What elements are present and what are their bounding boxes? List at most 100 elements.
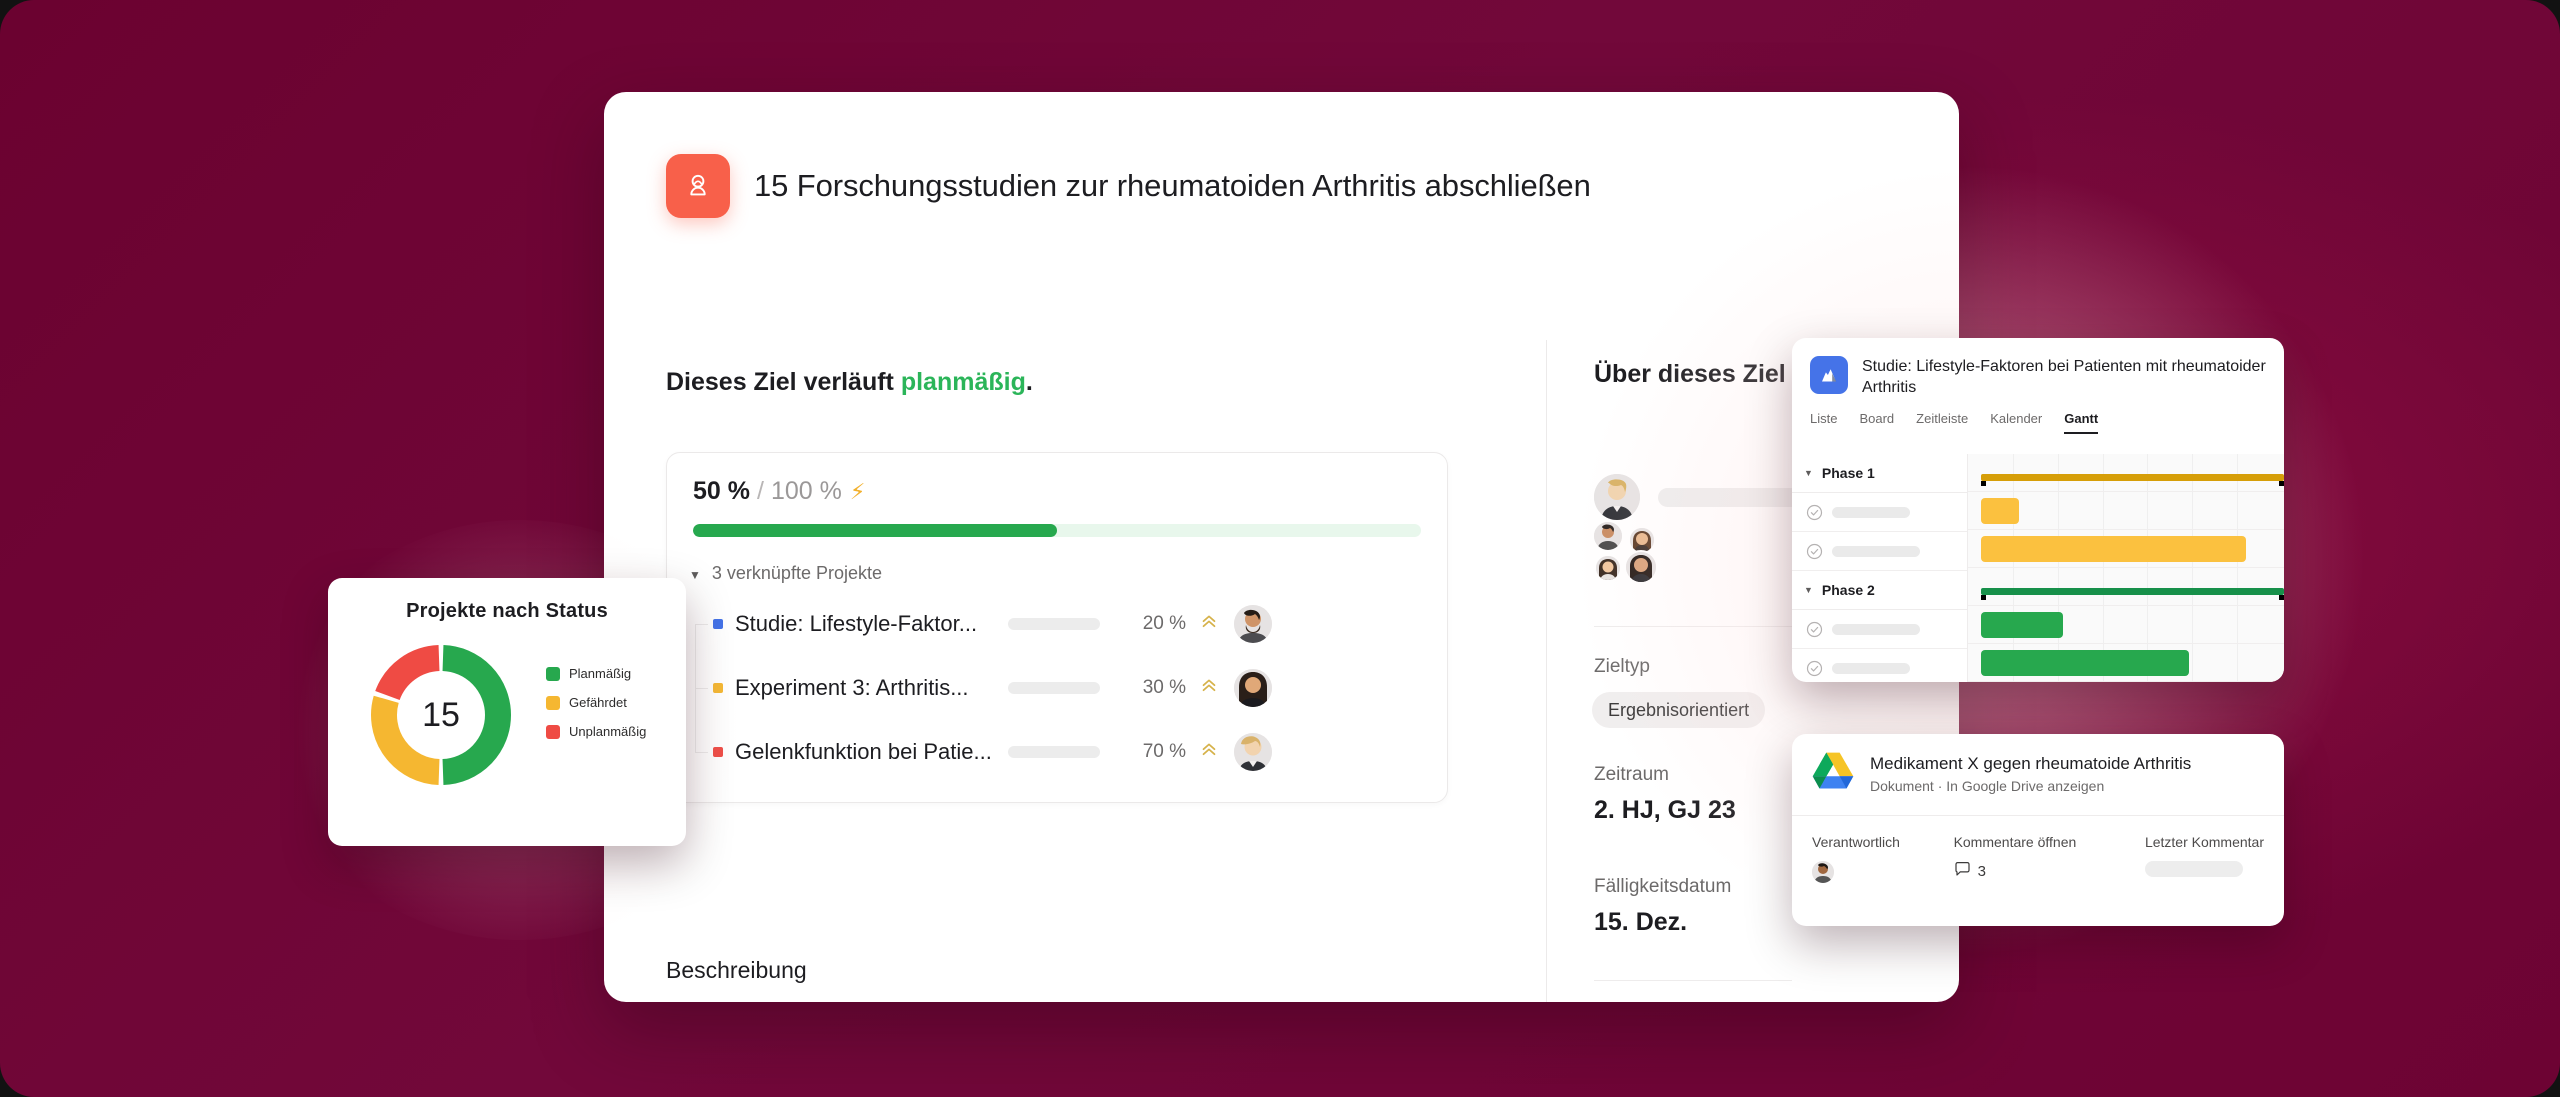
chevron-down-icon: ▼ — [1804, 585, 1813, 595]
gantt-task-bar[interactable] — [1980, 612, 2063, 638]
chevron-double-up-icon — [1200, 677, 1218, 700]
column-header-letzter-kommentar: Letzter Kommentar — [2144, 834, 2264, 850]
gantt-timeline[interactable] — [1968, 454, 2284, 682]
project-gantt-card: Studie: Lifestyle-Faktoren bei Patienten… — [1792, 338, 2284, 682]
goal-header: 15 Forschungsstudien zur rheumatoiden Ar… — [666, 154, 1591, 218]
check-circle-icon[interactable] — [1806, 504, 1823, 521]
avatar[interactable] — [1234, 733, 1272, 771]
gantt-gridline — [2057, 454, 2059, 682]
tab-gantt[interactable]: Gantt — [2064, 411, 2098, 434]
legend-swatch — [546, 724, 560, 739]
legend-item: Unplanmäßig — [546, 724, 646, 739]
comment-count: 3 — [1977, 863, 1986, 880]
gantt-task-row[interactable] — [1792, 610, 1967, 649]
gantt-task-row[interactable] — [1792, 649, 1967, 682]
gantt-row-divider — [1968, 567, 2284, 568]
legend-label: Gefährdet — [569, 695, 627, 710]
donut-chart: 15 — [366, 640, 516, 790]
project-triangle-icon — [1810, 356, 1848, 394]
linked-projects-toggle[interactable]: ▼ 3 verknüpfte Projekte — [689, 563, 1447, 584]
goal-progress-bar — [693, 524, 1421, 537]
chart-title: Projekte nach Status — [406, 600, 608, 622]
gantt-row-divider — [1968, 529, 2284, 530]
gantt-row-divider — [1968, 491, 2284, 492]
tab-liste[interactable]: Liste — [1810, 411, 1837, 434]
project-progress-value: 70 % — [1142, 741, 1186, 762]
lightning-icon: ⚡ — [849, 478, 866, 504]
linked-project-row[interactable]: Gelenkfunktion bei Patie... 70 % — [667, 720, 1447, 784]
gantt-task-bar[interactable] — [1980, 536, 2247, 562]
status-value: planmäßig — [900, 368, 1026, 396]
sidebar-divider — [1594, 626, 1792, 627]
project-progress-value: 30 % — [1142, 677, 1186, 698]
gantt-task-name-skeleton — [1832, 623, 1920, 635]
avatar[interactable] — [1234, 605, 1272, 643]
chevron-down-icon: ▼ — [689, 567, 701, 582]
project-status-dot — [713, 747, 723, 757]
tab-zeitleiste[interactable]: Zeitleiste — [1916, 411, 1968, 434]
field-label-faelligkeitsdatum: Fälligkeitsdatum — [1594, 876, 1732, 897]
check-circle-icon[interactable] — [1806, 543, 1823, 560]
goal-icon — [666, 154, 730, 218]
gantt-row-labels: ▼ Phase 1 ▼ Phase 2 — [1792, 454, 1968, 682]
tree-line — [695, 624, 696, 656]
project-progress-bar — [1008, 682, 1100, 694]
gantt-phase-label: Phase 1 — [1821, 465, 1875, 481]
gantt-task-name-skeleton — [1832, 662, 1910, 674]
check-circle-icon[interactable] — [1806, 660, 1823, 677]
linked-project-row[interactable]: Studie: Lifestyle-Faktor... 20 % — [667, 592, 1447, 656]
gantt-row-divider — [1968, 681, 2284, 682]
gantt-summary-bar[interactable] — [1980, 474, 2284, 486]
linked-project-row[interactable]: Experiment 3: Arthritis... 30 % — [667, 656, 1447, 720]
progress-values: 50 % / 100 % ⚡ — [693, 477, 1447, 506]
goal-detail-card: 15 Forschungsstudien zur rheumatoiden Ar… — [604, 92, 1959, 1002]
field-value-faelligkeitsdatum: 15. Dez. — [1594, 908, 1688, 936]
tab-kalender[interactable]: Kalender — [1990, 411, 2042, 434]
field-label-zeitraum: Zeitraum — [1594, 764, 1669, 785]
tab-board[interactable]: Board — [1859, 411, 1894, 434]
gantt-phase-row[interactable]: ▼ Phase 1 — [1792, 454, 1967, 493]
column-header-verantwortlich: Verantwortlich — [1812, 834, 1900, 850]
gantt-task-row[interactable] — [1792, 493, 1967, 532]
about-heading: Über dieses Ziel — [1594, 360, 1786, 388]
member-avatars[interactable] — [1592, 520, 1662, 584]
gantt-task-bar[interactable] — [1980, 498, 2019, 524]
gantt-task-bar[interactable] — [1980, 650, 2190, 676]
gantt-summary-bar[interactable] — [1980, 588, 2284, 600]
comment-icon — [1954, 861, 1971, 882]
gantt-gridline — [2012, 454, 2014, 682]
tree-stub — [695, 752, 708, 753]
status-badge: Ergebnisorientiert — [1592, 692, 1766, 728]
goal-progress-fill — [693, 524, 1057, 537]
gantt-view-tabs[interactable]: Liste Board Zeitleiste Kalender Gantt — [1792, 399, 2284, 434]
sidebar-divider — [1594, 980, 1792, 981]
progress-current: 50 % — [693, 477, 750, 505]
chevron-double-up-icon — [1200, 613, 1218, 636]
avatar[interactable] — [1594, 474, 1640, 520]
gantt-card-header: Studie: Lifestyle-Faktoren bei Patienten… — [1792, 338, 2284, 399]
avatar — [1624, 550, 1658, 584]
gantt-task-name-skeleton — [1832, 545, 1920, 557]
column-header-kommentare: Kommentare öffnen — [1953, 834, 2077, 850]
avatar[interactable] — [1234, 669, 1272, 707]
avatar[interactable] — [1812, 861, 1834, 883]
tree-stub — [695, 688, 708, 689]
legend-item: Gefährdet — [546, 695, 646, 710]
drive-file-subtitle: Dokument · In Google Drive anzeigen — [1870, 777, 2105, 794]
field-value-zeitraum: 2. HJ, GJ 23 — [1594, 796, 1736, 824]
project-name: Gelenkfunktion bei Patie... — [735, 739, 990, 764]
gantt-phase-label: Phase 2 — [1821, 582, 1875, 598]
drive-card-header[interactable]: Medikament X gegen rheumatoide Arthritis… — [1792, 734, 2284, 815]
gantt-phase-row[interactable]: ▼ Phase 2 — [1792, 571, 1967, 610]
gantt-task-row[interactable] — [1792, 532, 1967, 571]
legend-swatch — [546, 666, 560, 681]
linked-projects-list: Studie: Lifestyle-Faktor... 20 % Experimen… — [667, 592, 1447, 784]
progress-card: 50 % / 100 % ⚡ ▼ 3 verknüpfte Projekte S… — [666, 452, 1448, 803]
project-progress-bar — [1008, 746, 1100, 758]
gantt-card-title: Studie: Lifestyle-Faktoren bei Patienten… — [1862, 358, 2266, 397]
legend-label: Planmäßig — [569, 666, 632, 681]
tree-line — [695, 720, 696, 752]
legend-item: Planmäßig — [546, 666, 646, 681]
chart-legend: Planmäßig Gefährdet Unplanmäßig — [546, 666, 646, 753]
check-circle-icon[interactable] — [1806, 621, 1823, 638]
